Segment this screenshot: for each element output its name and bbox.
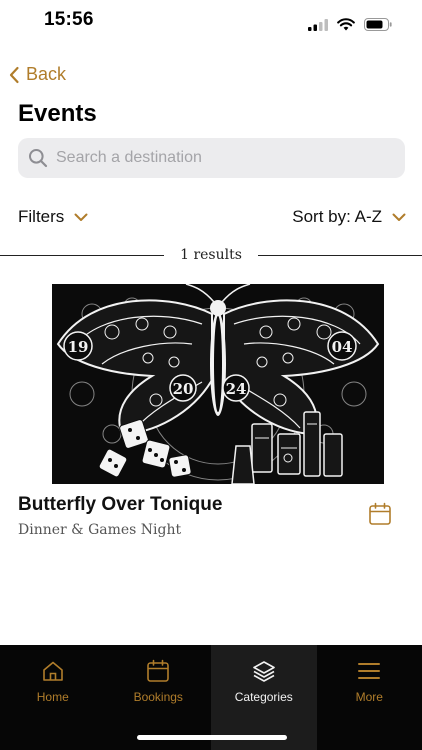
image-year-center-right: 24 (226, 380, 247, 398)
results-divider: 1 results (0, 244, 422, 266)
battery-icon (364, 18, 392, 31)
event-title: Butterfly Over Tonique (18, 494, 223, 515)
image-year-left: 19 (68, 338, 89, 356)
event-card[interactable]: 19 04 20 24 Butterfly Over Tonique Dinne… (18, 284, 404, 544)
tab-home[interactable]: Home (0, 645, 106, 750)
search-icon (29, 149, 48, 168)
add-to-calendar-button[interactable] (368, 502, 394, 528)
back-button[interactable]: Back (8, 64, 66, 85)
tab-more[interactable]: More (317, 645, 422, 750)
home-icon (42, 661, 63, 681)
butterfly-artwork: 19 04 20 24 (52, 284, 384, 484)
event-image: 19 04 20 24 (52, 284, 384, 484)
event-subtitle: Dinner & Games Night (18, 522, 182, 538)
filters-label: Filters (18, 207, 65, 226)
chevron-down-icon (392, 213, 406, 221)
status-bar: 15:56 (0, 0, 422, 44)
wifi-icon (337, 18, 355, 31)
divider-line (0, 254, 165, 256)
sort-label: Sort by: A-Z (292, 207, 382, 226)
tab-bookings-label: Bookings (133, 690, 183, 704)
divider-line (257, 254, 422, 256)
search-input[interactable] (56, 149, 376, 167)
tab-more-label: More (355, 690, 383, 704)
status-time: 15:56 (44, 9, 94, 30)
search-bar[interactable] (18, 138, 405, 178)
tab-categories-label: Categories (234, 690, 293, 704)
chevron-left-icon (9, 66, 19, 83)
sort-dropdown[interactable]: Sort by: A-Z (292, 207, 406, 227)
chevron-down-icon (74, 213, 88, 221)
page-title: Events (18, 100, 97, 127)
calendar-icon (147, 659, 170, 682)
image-year-center-left: 20 (173, 380, 194, 398)
filters-dropdown[interactable]: Filters (18, 207, 88, 227)
menu-icon (358, 663, 381, 679)
home-indicator (137, 735, 287, 740)
image-year-right: 04 (332, 338, 353, 356)
cellular-signal-icon (308, 18, 328, 31)
status-icons (308, 18, 392, 31)
results-count: 1 results (180, 247, 242, 263)
tab-home-label: Home (36, 690, 69, 704)
layers-icon (252, 661, 275, 682)
back-label: Back (26, 64, 67, 84)
calendar-icon (369, 502, 391, 525)
